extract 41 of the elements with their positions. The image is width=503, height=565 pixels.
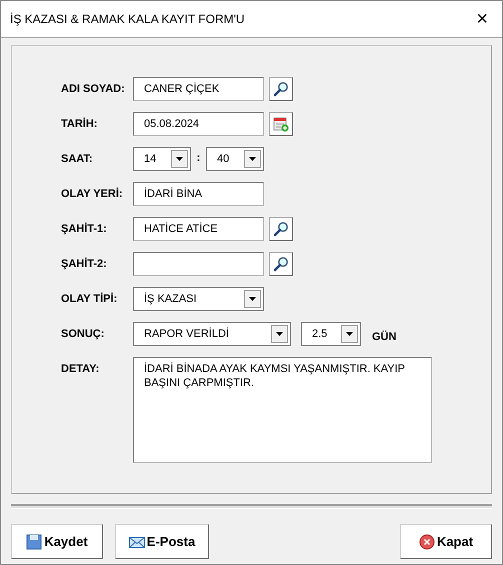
text-field[interactable]: İDARİ BİNA — [133, 182, 264, 206]
calendar-button[interactable] — [269, 112, 293, 136]
field-label: ŞAHİT-2: — [61, 256, 108, 272]
dropdown-arrow-icon — [176, 157, 183, 161]
calendar-add-icon — [273, 116, 289, 132]
dropdown-arrow-icon — [249, 297, 256, 301]
field-label: TARİH: — [61, 116, 98, 132]
minute-dropdown[interactable]: 40 — [206, 147, 264, 171]
search-button[interactable] — [269, 217, 293, 241]
search-button[interactable] — [269, 77, 293, 101]
close-button[interactable]: Kapat — [400, 524, 492, 559]
close-icon — [418, 534, 435, 550]
search-button[interactable] — [269, 252, 293, 276]
window-title: İŞ KAZASI & RAMAK KALA KAYIT FORM'U — [10, 11, 245, 28]
days-dropdown[interactable]: 2.5 — [301, 322, 361, 346]
time-separator: : — [196, 151, 202, 166]
field-label: ADI SOYAD: — [61, 82, 126, 97]
field-label: ŞAHİT-1: — [61, 222, 108, 237]
field-label: OLAY YERİ: — [61, 186, 124, 202]
text-field[interactable]: CANER ÇİÇEK — [133, 77, 264, 101]
field-label: OLAY TİPİ: — [61, 292, 118, 307]
text-field[interactable]: 05.08.2024 — [133, 112, 264, 136]
field-label: SAAT: — [61, 152, 94, 167]
dropdown-arrow-icon — [346, 332, 353, 336]
dropdown[interactable]: RAPOR VERİLDİ — [133, 322, 291, 346]
dropdown[interactable]: İŞ KAZASI — [133, 287, 264, 311]
dropdown-arrow-icon — [249, 157, 256, 161]
field-label: DETAY: — [61, 362, 100, 377]
search-icon — [273, 221, 289, 237]
field-label: SONUÇ: — [61, 327, 106, 342]
save-button[interactable]: Kaydet — [11, 524, 103, 559]
text-field[interactable]: HATİCE ATİCE — [133, 217, 264, 241]
search-icon — [273, 256, 289, 272]
dropdown-arrow-icon — [276, 332, 283, 336]
email-button[interactable]: E-Posta — [115, 524, 209, 559]
unit-label: GÜN — [371, 330, 396, 345]
close-button[interactable]: × — [472, 9, 492, 29]
text-field[interactable] — [133, 252, 264, 276]
detail-textarea[interactable]: İDARİ BİNADA AYAK KAYMSI YAŞANMIŞTIR. KAYIP BAŞINI ÇARPMIŞTIR. — [133, 357, 432, 463]
hour-dropdown[interactable]: 14 — [133, 147, 191, 171]
search-icon — [273, 81, 289, 97]
